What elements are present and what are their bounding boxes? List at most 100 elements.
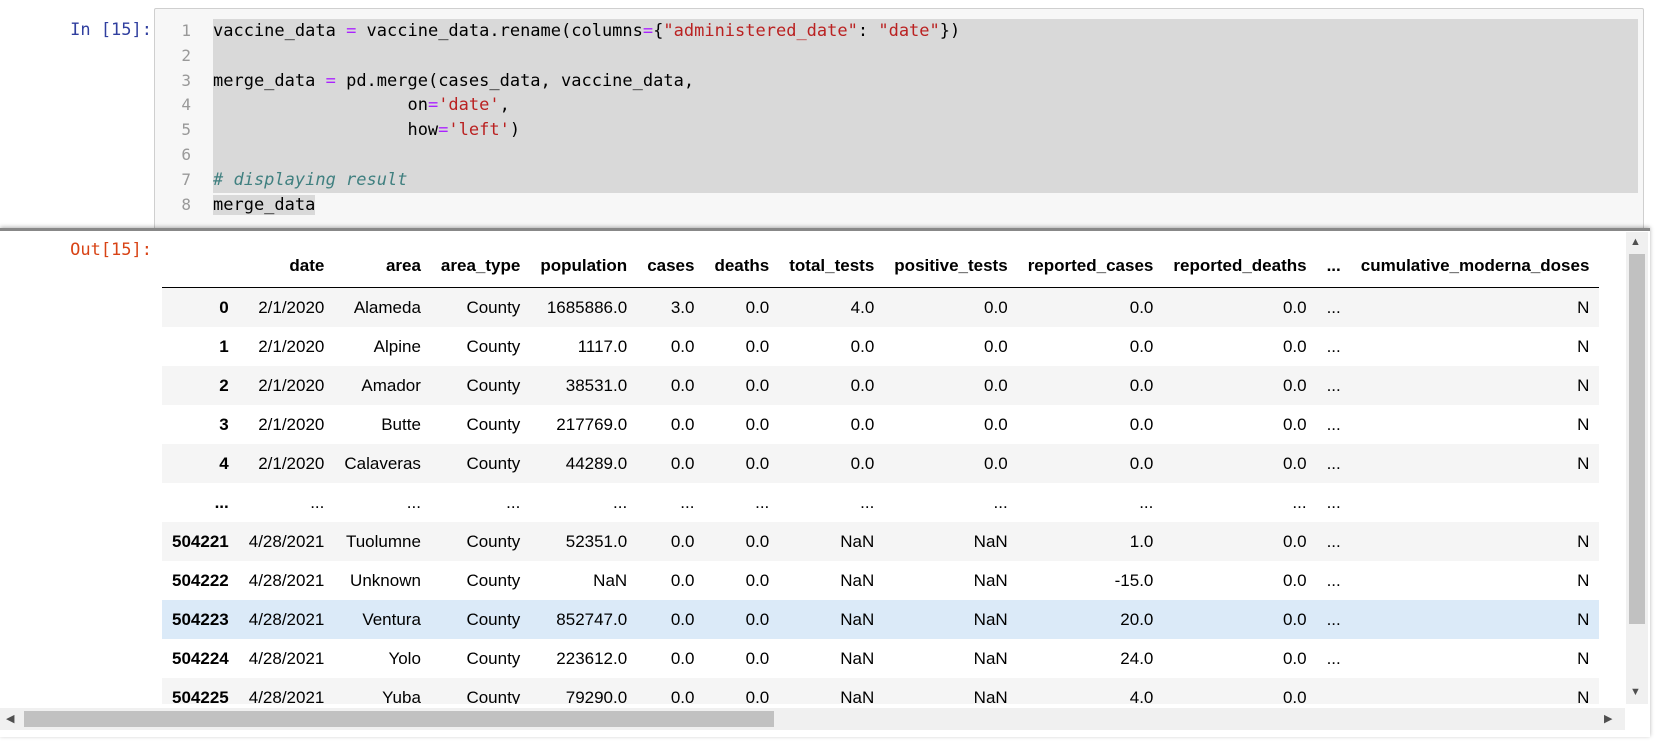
table-cell: 0.0 bbox=[984, 414, 1008, 434]
table-cell: 0.0 bbox=[1129, 453, 1154, 473]
scroll-right-arrow-icon[interactable]: ▶ bbox=[1604, 712, 1612, 725]
table-cell: NaN bbox=[840, 609, 875, 629]
table-cell: County bbox=[466, 570, 521, 590]
code-line: vaccine_data = vaccine_data.rename(colum… bbox=[213, 19, 1638, 44]
table-cell: N bbox=[1577, 336, 1590, 356]
code-lines[interactable]: vaccine_data = vaccine_data.rename(colum… bbox=[213, 19, 1638, 217]
table-cell bbox=[1317, 678, 1351, 704]
table-cell: ... bbox=[860, 492, 875, 512]
horizontal-scrollbar-thumb[interactable] bbox=[24, 711, 774, 727]
table-cell: 38531.0 bbox=[565, 375, 628, 395]
table-cell: 217769.0 bbox=[556, 414, 628, 434]
code-token: "administered_date" bbox=[663, 21, 858, 41]
table-cell: Alpine bbox=[373, 336, 421, 356]
table-cell: 3.0 bbox=[670, 297, 695, 317]
table-row: 2 2/1/2020 Amador County 38531.0 0.0 0.0 0.0 0.0… bbox=[162, 366, 1600, 405]
table-cell: ... bbox=[680, 492, 695, 512]
table-cell: 0.0 bbox=[745, 648, 770, 668]
table-cell: 0.0 bbox=[1129, 297, 1154, 317]
table-cell: 0.0 bbox=[1282, 648, 1307, 668]
vertical-scrollbar-thumb[interactable] bbox=[1629, 254, 1645, 624]
table-cell: County bbox=[466, 453, 521, 473]
table-cell: 0.0 bbox=[670, 609, 695, 629]
table-cell: 0.0 bbox=[850, 336, 875, 356]
code-token: = bbox=[438, 120, 449, 141]
table-cell: Calaveras bbox=[344, 453, 421, 473]
code-token: merge_data bbox=[213, 194, 316, 215]
table-cell: 0.0 bbox=[984, 297, 1008, 317]
table-cell: ... bbox=[613, 492, 628, 512]
column-header: total_tests bbox=[789, 255, 875, 275]
table-cell: Yolo bbox=[388, 648, 421, 668]
table-cell: ... bbox=[310, 492, 325, 512]
table-cell: 0.0 bbox=[1282, 609, 1307, 629]
code-editor[interactable]: 1 2 3 4 5 6 7 8 vaccine_data = vaccine_data.ren… bbox=[154, 8, 1644, 230]
code-token: = bbox=[325, 70, 336, 91]
table-cell: 0.0 bbox=[670, 375, 695, 395]
table-cell: County bbox=[466, 297, 521, 317]
table-cell: 24.0 bbox=[1120, 648, 1154, 668]
table-cell: 0.0 bbox=[1282, 336, 1307, 356]
code-line bbox=[213, 142, 1638, 168]
code-token: }) bbox=[939, 21, 961, 41]
table-cell: ... bbox=[1326, 648, 1341, 668]
code-token: , bbox=[499, 95, 510, 116]
code-line: merge_data = pd.merge(cases_data, vaccin… bbox=[213, 68, 1638, 94]
code-token: on bbox=[213, 95, 428, 116]
table-cell: 0.0 bbox=[670, 414, 695, 434]
table-cell: ... bbox=[1326, 531, 1341, 551]
row-index: 504224 bbox=[172, 648, 229, 668]
row-index: 0 bbox=[219, 297, 229, 317]
table-cell: N bbox=[1577, 453, 1590, 473]
table-cell: 44289.0 bbox=[565, 453, 628, 473]
scroll-left-arrow-icon[interactable]: ◀ bbox=[6, 712, 14, 725]
column-header: population bbox=[540, 255, 628, 275]
code-line bbox=[213, 43, 1638, 69]
table-cell: ... bbox=[506, 492, 521, 512]
table-row: .................................... bbox=[162, 483, 1599, 522]
table-cell: 79290.0 bbox=[565, 687, 628, 705]
table-cell: 0.0 bbox=[670, 648, 695, 668]
table-cell: County bbox=[466, 687, 521, 705]
row-index: 504225 bbox=[172, 687, 229, 705]
table-cell: 0.0 bbox=[745, 687, 770, 705]
table-cell: 4/28/2021 bbox=[248, 570, 325, 590]
row-index: 2 bbox=[219, 375, 229, 395]
code-token: { bbox=[653, 21, 664, 41]
table-cell: ... bbox=[1326, 336, 1341, 356]
input-prompt: In [15]: bbox=[70, 20, 152, 40]
table-cell: NaN bbox=[840, 570, 875, 590]
table-cell: 0.0 bbox=[1282, 297, 1307, 317]
code-token: how bbox=[213, 120, 439, 141]
table-row: 504223 4/28/2021 Ventura County 852747.0 0.0 0… bbox=[162, 600, 1600, 639]
table-cell: 2/1/2020 bbox=[258, 375, 325, 395]
table-cell: N bbox=[1577, 297, 1590, 317]
table-cell: Tuolumne bbox=[345, 531, 421, 551]
scroll-down-arrow-icon[interactable]: ▼ bbox=[1630, 686, 1641, 698]
table-cell: 0.0 bbox=[1282, 414, 1307, 434]
table-cell: 4.0 bbox=[850, 297, 875, 317]
table-cell: 852747.0 bbox=[556, 609, 628, 629]
table-cell: County bbox=[466, 375, 521, 395]
column-header: deaths bbox=[714, 255, 770, 275]
table-cell: 0.0 bbox=[745, 609, 770, 629]
scroll-up-arrow-icon[interactable]: ▲ bbox=[1630, 236, 1641, 248]
output-prompt: Out[15]: bbox=[70, 240, 152, 260]
line-number-gutter: 1 2 3 4 5 6 7 8 bbox=[155, 19, 195, 217]
table-cell: 0.0 bbox=[1282, 570, 1307, 590]
table-body: 0 2/1/2020 Alameda County 1685886.0 3.0 0.0 4.0… bbox=[162, 287, 1600, 705]
table-cell: 0.0 bbox=[670, 531, 695, 551]
table-cell: N bbox=[1577, 609, 1590, 629]
table-cell: N bbox=[1577, 531, 1590, 551]
column-header: area bbox=[385, 255, 421, 275]
column-header: date bbox=[289, 255, 325, 275]
table-cell: Alameda bbox=[353, 297, 421, 317]
table-cell: Ventura bbox=[362, 609, 421, 629]
table-cell: 0.0 bbox=[1282, 687, 1307, 705]
line-number: 7 bbox=[181, 169, 191, 189]
table-cell: 0.0 bbox=[1282, 375, 1307, 395]
table-cell: 2/1/2020 bbox=[258, 414, 325, 434]
line-number: 2 bbox=[181, 45, 191, 65]
table-cell: ... bbox=[1326, 453, 1341, 473]
table-header-row: date area area_type population cases deaths to… bbox=[162, 244, 1600, 288]
